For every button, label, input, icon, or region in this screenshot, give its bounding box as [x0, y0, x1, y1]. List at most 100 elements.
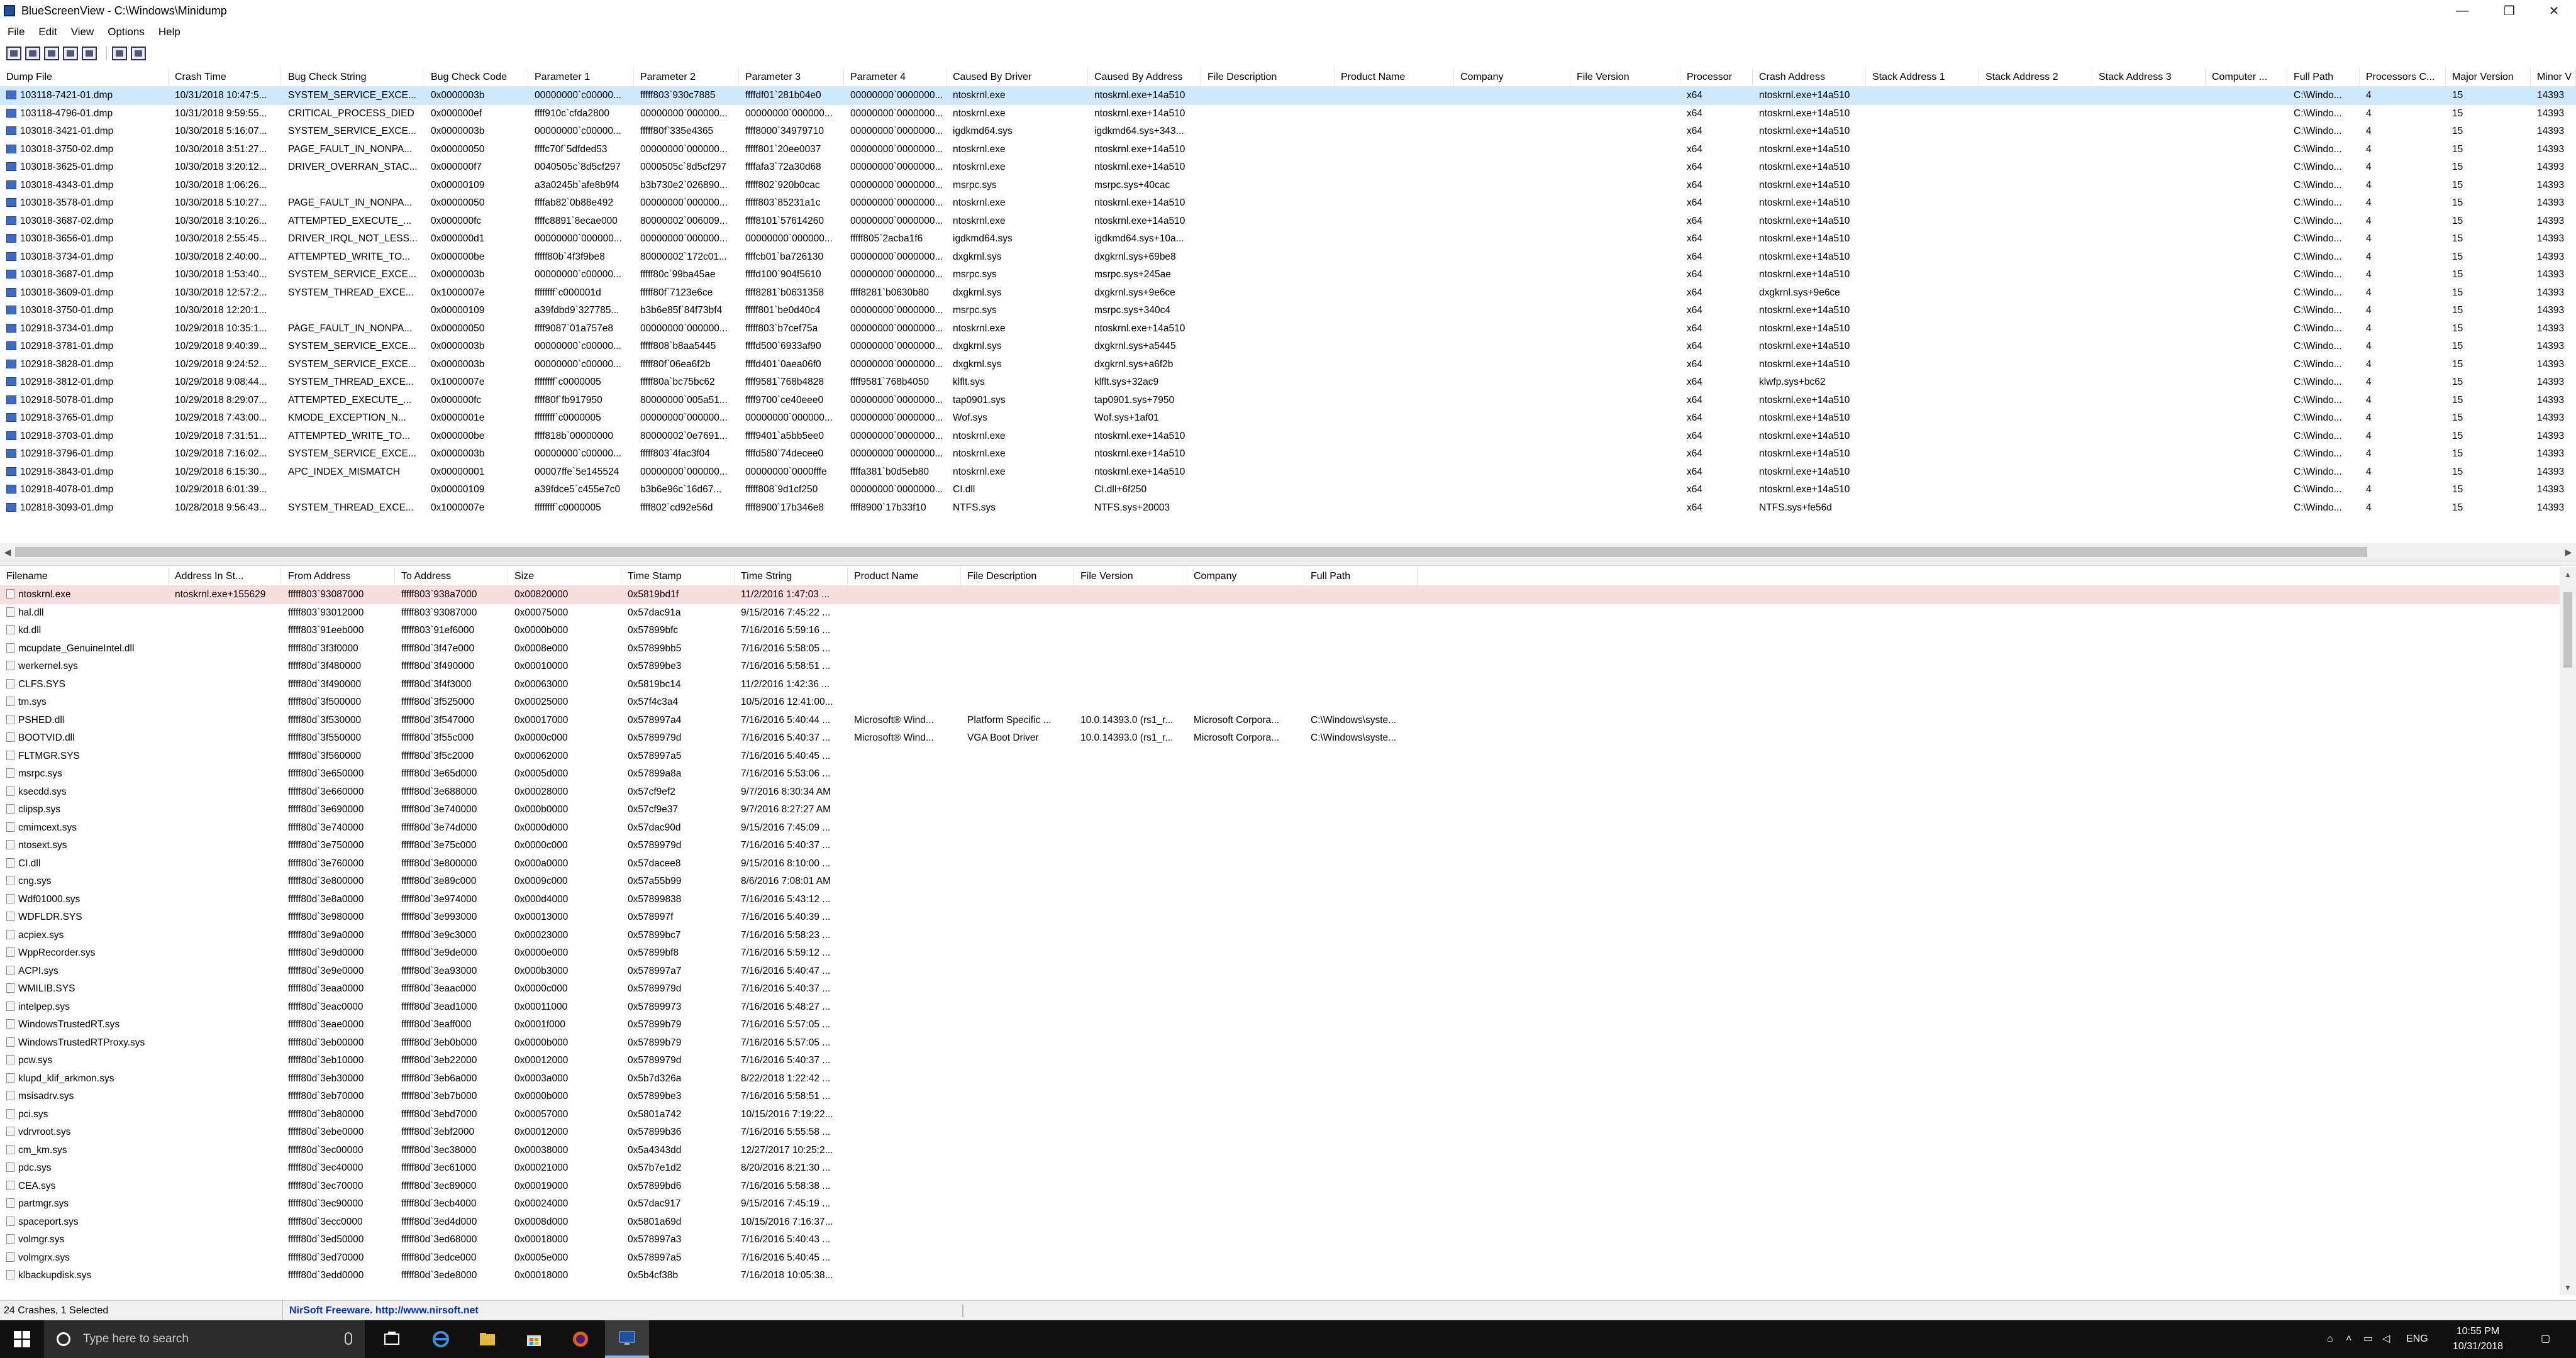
crash-column-header[interactable]: Caused By Address — [1088, 68, 1201, 87]
module-row[interactable]: WDFLDR.SYS fffff80d`3e980000 fffff80d`3e99… — [0, 908, 2560, 927]
module-row[interactable]: msrpc.sys fffff80d`3e650000 fffff80d`3e65d… — [0, 765, 2560, 783]
horizontal-scroll-thumb[interactable] — [15, 547, 2367, 557]
crash-row[interactable]: 102918-3703-01.dmp 10/29/2018 7:31:51... A… — [0, 428, 2576, 446]
module-row[interactable]: WindowsTrustedRT.sys fffff80d`3eae0000 fff… — [0, 1016, 2560, 1034]
crash-row[interactable]: 103018-3609-01.dmp 10/30/2018 12:57:2... S… — [0, 284, 2576, 302]
module-row[interactable]: acpiex.sys fffff80d`3e9a0000 fffff80d`3e9c… — [0, 927, 2560, 945]
module-row[interactable]: volmgr.sys fffff80d`3ed50000 fffff80d`3ed6… — [0, 1231, 2560, 1249]
taskbar-search[interactable]: Type here to search — [44, 1320, 365, 1358]
menu-help[interactable]: Help — [158, 26, 180, 38]
module-column-header[interactable]: From Address — [282, 567, 395, 586]
crash-row[interactable]: 103018-3687-01.dmp 10/30/2018 1:53:40... S… — [0, 266, 2576, 284]
module-column-header[interactable]: Time String — [735, 567, 848, 586]
crash-column-header[interactable]: Parameter 4 — [844, 68, 947, 87]
crash-column-header[interactable]: File Description — [1201, 68, 1335, 87]
crash-row[interactable]: 102918-3765-01.dmp 10/29/2018 7:43:00... K… — [0, 409, 2576, 428]
crash-column-header[interactable]: Minor V — [2531, 68, 2576, 87]
restore-button[interactable]: ❐ — [2487, 0, 2531, 21]
taskbar-bluescreenview[interactable] — [605, 1320, 649, 1358]
crash-column-header[interactable]: Processor — [1680, 68, 1753, 87]
crash-row[interactable]: 102918-3843-01.dmp 10/29/2018 6:15:30... A… — [0, 463, 2576, 482]
menu-options[interactable]: Options — [108, 26, 145, 38]
module-row[interactable]: cm_km.sys fffff80d`3ec00000 fffff80d`3ec38… — [0, 1142, 2560, 1160]
scroll-down-icon[interactable]: ▼ — [2560, 1280, 2576, 1295]
module-column-header[interactable]: Address In St... — [169, 567, 280, 586]
module-row[interactable]: klupd_klif_arkmon.sys fffff80d`3eb30000 ff… — [0, 1070, 2560, 1088]
crash-row[interactable]: 103018-3687-02.dmp 10/30/2018 3:10:26... A… — [0, 213, 2576, 231]
pane-splitter[interactable] — [0, 561, 2576, 566]
module-column-header[interactable]: Product Name — [848, 567, 961, 586]
module-row[interactable]: werkernel.sys fffff80d`3f480000 fffff80d`3… — [0, 658, 2560, 676]
crash-column-header[interactable]: Dump File — [0, 68, 169, 87]
crash-column-header[interactable]: Company — [1454, 68, 1570, 87]
crash-column-header[interactable]: Caused By Driver — [947, 68, 1088, 87]
scroll-right-icon[interactable]: ▶ — [2561, 543, 2576, 561]
crash-row[interactable]: 103118-7421-01.dmp 10/31/2018 10:47:5... S… — [0, 87, 2576, 105]
refresh-icon[interactable] — [44, 47, 59, 60]
crash-row[interactable]: 102818-3093-01.dmp 10/28/2018 9:56:43... S… — [0, 499, 2576, 517]
module-column-header[interactable]: Time Stamp — [621, 567, 735, 586]
crash-row[interactable]: 102918-5078-01.dmp 10/29/2018 8:29:07... A… — [0, 392, 2576, 410]
crash-row[interactable]: 103018-3578-01.dmp 10/30/2018 5:10:27... P… — [0, 194, 2576, 213]
input-language[interactable]: ENG — [2406, 1320, 2428, 1358]
module-row[interactable]: pdc.sys fffff80d`3ec40000 fffff80d`3ec6100… — [0, 1159, 2560, 1178]
module-row[interactable]: hal.dll fffff803`93012000 fffff803`9308700… — [0, 604, 2560, 622]
module-row[interactable]: pcw.sys fffff80d`3eb10000 fffff80d`3eb2200… — [0, 1052, 2560, 1070]
module-row[interactable]: clipsp.sys fffff80d`3e690000 fffff80d`3e74… — [0, 801, 2560, 819]
taskbar-file-explorer[interactable] — [465, 1320, 509, 1358]
module-row[interactable]: vdrvroot.sys fffff80d`3ebe0000 fffff80d`3e… — [0, 1123, 2560, 1142]
tray-chevron-icon[interactable]: ˄ — [2346, 1320, 2351, 1358]
crash-row[interactable]: 103018-3421-01.dmp 10/30/2018 5:16:07... S… — [0, 123, 2576, 141]
crash-row[interactable]: 102918-3828-01.dmp 10/29/2018 9:24:52... S… — [0, 356, 2576, 374]
copy-icon[interactable] — [63, 47, 78, 60]
module-row[interactable]: volmgrx.sys fffff80d`3ed70000 fffff80d`3ed… — [0, 1249, 2560, 1267]
module-row[interactable]: kd.dll fffff803`91eeb000 fffff803`91ef6000… — [0, 622, 2560, 640]
module-column-header[interactable]: Full Path — [1304, 567, 1418, 586]
crash-row[interactable]: 103018-3750-02.dmp 10/30/2018 3:51:27... P… — [0, 141, 2576, 159]
tray-volume-icon[interactable]: ◁ — [2382, 1320, 2390, 1358]
module-row[interactable]: tm.sys fffff80d`3f500000 fffff80d`3f525000… — [0, 693, 2560, 712]
crash-row[interactable]: 102918-3796-01.dmp 10/29/2018 7:16:02... S… — [0, 445, 2576, 463]
module-row[interactable]: CEA.sys fffff80d`3ec70000 fffff80d`3ec8900… — [0, 1178, 2560, 1196]
crash-row[interactable]: 102918-4078-01.dmp 10/29/2018 6:01:39... 0… — [0, 481, 2576, 499]
crash-row[interactable]: 103118-4796-01.dmp 10/31/2018 9:59:55... C… — [0, 105, 2576, 123]
module-row[interactable]: CI.dll fffff80d`3e760000 fffff80d`3e800000… — [0, 855, 2560, 873]
tray-people-icon[interactable]: ⌂ — [2327, 1320, 2333, 1358]
taskbar-store[interactable] — [512, 1320, 556, 1358]
menu-view[interactable]: View — [71, 26, 94, 38]
crash-column-header[interactable]: Stack Address 2 — [1979, 68, 2092, 87]
crash-row[interactable]: 103018-4343-01.dmp 10/30/2018 1:06:26... 0… — [0, 177, 2576, 195]
crash-column-header[interactable]: Parameter 3 — [739, 68, 844, 87]
module-column-header[interactable]: To Address — [395, 567, 508, 586]
properties-icon[interactable] — [6, 47, 21, 60]
nirsoft-link[interactable]: NirSoft Freeware. http://www.nirsoft.net — [289, 1301, 479, 1321]
module-row[interactable]: WindowsTrustedRTProxy.sys fffff80d`3eb000… — [0, 1034, 2560, 1052]
scroll-up-icon[interactable]: ▲ — [2560, 567, 2576, 582]
module-row[interactable]: BOOTVID.dll fffff80d`3f550000 fffff80d`3f5… — [0, 729, 2560, 748]
module-row[interactable]: WppRecorder.sys fffff80d`3e9d0000 fffff80d… — [0, 944, 2560, 963]
crash-row[interactable]: 102918-3781-01.dmp 10/29/2018 9:40:39... S… — [0, 338, 2576, 356]
minimize-button[interactable]: — — [2440, 0, 2484, 21]
module-row[interactable]: ACPI.sys fffff80d`3e9e0000 fffff80d`3ea930… — [0, 963, 2560, 981]
exit-icon[interactable] — [131, 47, 146, 60]
taskbar-clock[interactable]: 10:55 PM 10/31/2018 — [2440, 1324, 2516, 1354]
crash-column-header[interactable]: Stack Address 1 — [1866, 68, 1979, 87]
module-row[interactable]: WMILIB.SYS fffff80d`3eaa0000 fffff80d`3eaa… — [0, 980, 2560, 998]
crash-row[interactable]: 103018-3656-01.dmp 10/30/2018 2:55:45... D… — [0, 230, 2576, 248]
find-icon[interactable] — [112, 47, 127, 60]
vertical-scroll-thumb[interactable] — [2563, 592, 2572, 668]
crash-row[interactable]: 103018-3625-01.dmp 10/30/2018 3:20:12... D… — [0, 158, 2576, 177]
save-icon[interactable] — [25, 47, 40, 60]
crash-column-header[interactable]: Processors C... — [2360, 68, 2446, 87]
module-row[interactable]: pci.sys fffff80d`3eb80000 fffff80d`3ebd700… — [0, 1106, 2560, 1124]
module-row[interactable]: intelpep.sys fffff80d`3eac0000 fffff80d`3e… — [0, 998, 2560, 1017]
module-row[interactable]: klbackupdisk.sys fffff80d`3edd0000 fffff80… — [0, 1267, 2560, 1285]
module-row[interactable]: ntosext.sys fffff80d`3e750000 fffff80d`3e7… — [0, 837, 2560, 855]
crash-column-header[interactable]: Crash Time — [169, 68, 280, 87]
crash-row[interactable]: 103018-3750-01.dmp 10/30/2018 12:20:1... 0… — [0, 302, 2576, 320]
html-report-icon[interactable] — [82, 47, 97, 60]
scroll-left-icon[interactable]: ◀ — [0, 543, 15, 561]
module-row[interactable]: FLTMGR.SYS fffff80d`3f560000 fffff80d`3f5c… — [0, 748, 2560, 766]
crash-column-header[interactable]: Parameter 2 — [634, 68, 739, 87]
menu-file[interactable]: File — [8, 26, 25, 38]
